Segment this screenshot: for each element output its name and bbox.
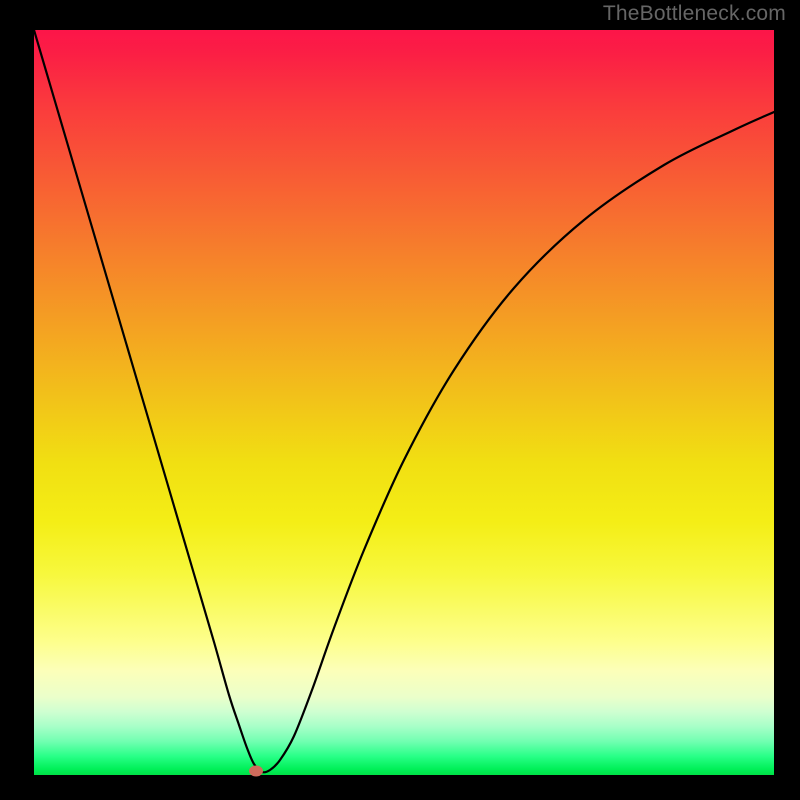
v-curve <box>34 30 774 775</box>
plot-area <box>34 30 774 775</box>
watermark-text: TheBottleneck.com <box>603 2 786 26</box>
chart-frame: TheBottleneck.com <box>0 0 800 800</box>
minimum-marker <box>249 766 263 777</box>
